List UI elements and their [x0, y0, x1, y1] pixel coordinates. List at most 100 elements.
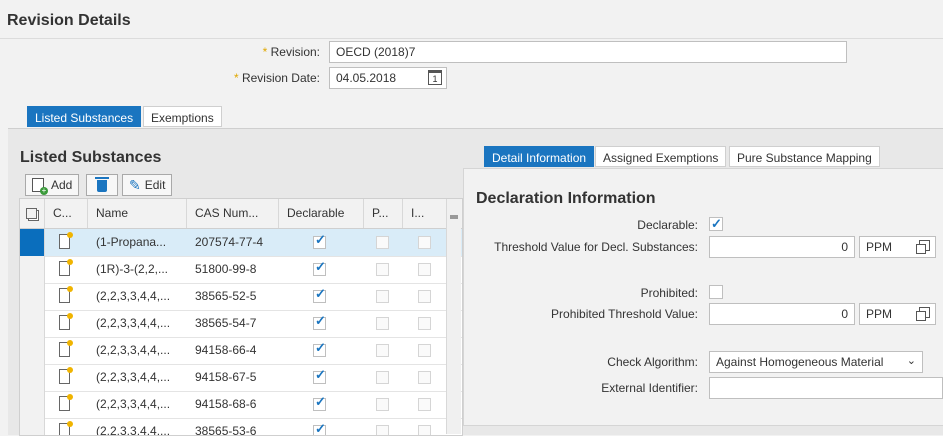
checkmark-icon: ✓ — [315, 340, 326, 355]
header-divider — [0, 38, 943, 39]
prohibited-checkbox — [376, 236, 389, 249]
table-row[interactable]: (1-Propana... 207574-77-4 ✓ — [20, 229, 462, 257]
table-row[interactable]: (2,2,3,3,4,4,... 38565-54-7 ✓ — [20, 310, 462, 338]
delete-button[interactable] — [86, 174, 118, 196]
trash-icon — [95, 177, 109, 192]
declarable-checkbox[interactable]: ✓ — [313, 313, 326, 330]
value-help-icon[interactable] — [916, 240, 930, 254]
prohibited-threshold-unit-field[interactable]: PPM — [859, 303, 936, 325]
i-checkbox — [418, 236, 431, 249]
row-selector[interactable] — [20, 364, 45, 391]
threshold-label: Threshold Value for Decl. Substances: — [494, 240, 698, 254]
document-icon — [59, 259, 73, 276]
table-row[interactable]: (2,2,3,3,4,4,... 94158-67-5 ✓ — [20, 364, 462, 392]
declarable-checkbox[interactable]: ✓ — [313, 232, 326, 249]
table-row[interactable]: (2,2,3,3,4,4,... 38565-52-5 ✓ — [20, 283, 462, 311]
select-all-icon[interactable] — [20, 199, 45, 228]
tab-exemptions[interactable]: Exemptions — [143, 106, 222, 127]
col-c[interactable]: C... — [45, 199, 88, 228]
prohibited-checkbox — [376, 371, 389, 384]
declaration-title: Declaration Information — [476, 190, 656, 207]
declarable-checkbox[interactable]: ✓ — [313, 368, 326, 384]
cell-cas: 38565-53-6 — [195, 424, 257, 436]
required-mark: * — [233, 71, 239, 85]
col-name[interactable]: Name — [88, 199, 187, 228]
cell-name: (1R)-3-(2,2,... — [96, 262, 169, 276]
checkmark-icon: ✓ — [315, 286, 326, 301]
threshold-unit-field[interactable]: PPM — [859, 236, 936, 258]
check-algorithm-select[interactable]: Against Homogeneous Material ⌄ — [709, 351, 923, 373]
declarable-checkbox[interactable]: ✓ — [313, 395, 326, 411]
table-header: C... Name CAS Num... Declarable P... I..… — [20, 199, 462, 229]
row-selector[interactable] — [20, 283, 45, 310]
declarable-checkbox[interactable]: ✓ — [313, 340, 326, 357]
external-identifier-input[interactable] — [709, 377, 943, 399]
document-icon — [59, 340, 73, 357]
i-checkbox — [418, 290, 431, 303]
external-identifier-label: External Identifier: — [601, 381, 698, 395]
add-button[interactable]: + Add — [25, 174, 80, 196]
table-scrollbar[interactable] — [446, 199, 461, 434]
col-i[interactable]: I... — [403, 199, 447, 228]
table-row[interactable]: (2,2,3,3,4,4,... 38565-53-6 ✓ — [20, 418, 462, 436]
table-row[interactable]: (2,2,3,3,4,4,... 94158-68-6 ✓ — [20, 391, 462, 419]
row-selector[interactable] — [20, 256, 45, 283]
i-checkbox — [418, 344, 431, 357]
required-mark: * — [262, 45, 268, 59]
checkmark-icon: ✓ — [315, 313, 326, 328]
cell-cas: 94158-67-5 — [195, 370, 257, 384]
row-selector[interactable] — [20, 310, 45, 337]
row-selector[interactable] — [20, 337, 45, 364]
cell-name: (2,2,3,3,4,4,... — [96, 289, 171, 303]
col-p[interactable]: P... — [364, 199, 403, 228]
col-cas[interactable]: CAS Num... — [187, 199, 279, 228]
prohibited-threshold-input[interactable]: 0 — [709, 303, 855, 325]
cell-name: (2,2,3,3,4,4,... — [96, 343, 171, 357]
revision-date-value: 04.05.2018 — [336, 71, 397, 85]
declarable-checkbox[interactable]: ✓ — [709, 217, 723, 231]
page-title: Revision Details — [7, 12, 131, 29]
tab-pure-substance-mapping[interactable]: Pure Substance Mapping — [729, 146, 880, 167]
scroll-thumb[interactable] — [450, 215, 458, 219]
declarable-checkbox[interactable]: ✓ — [313, 286, 326, 303]
document-icon — [59, 367, 73, 384]
tab-assigned-exemptions[interactable]: Assigned Exemptions — [595, 146, 727, 167]
cell-cas: 207574-77-4 — [195, 235, 264, 249]
row-selector[interactable] — [20, 391, 45, 418]
i-checkbox — [418, 425, 431, 435]
document-icon — [59, 313, 73, 330]
chevron-down-icon[interactable]: ⌄ — [907, 354, 916, 367]
row-selector[interactable] — [20, 229, 45, 256]
table-row[interactable]: (1R)-3-(2,2,... 51800-99-8 ✓ — [20, 256, 462, 284]
revision-input[interactable]: OECD (2018)7 — [329, 41, 847, 63]
declarable-label: Declarable: — [637, 218, 698, 232]
cell-cas: 38565-52-5 — [195, 289, 257, 303]
prohibited-checkbox[interactable] — [709, 285, 723, 299]
cell-cas: 51800-99-8 — [195, 262, 257, 276]
listed-substances-title: Listed Substances — [20, 149, 162, 166]
i-checkbox — [418, 371, 431, 384]
row-selector[interactable] — [20, 418, 45, 435]
prohibited-threshold-label: Prohibited Threshold Value: — [551, 307, 698, 321]
col-declarable[interactable]: Declarable — [279, 199, 364, 228]
declarable-checkbox[interactable]: ✓ — [313, 260, 326, 276]
declarable-checkbox[interactable]: ✓ — [313, 422, 326, 435]
edit-button[interactable]: ✎ Edit — [122, 174, 173, 196]
i-checkbox — [418, 317, 431, 330]
revision-label: * Revision: — [120, 45, 320, 59]
edit-button-label: Edit — [144, 178, 166, 192]
cell-name: (2,2,3,3,4,4,... — [96, 424, 171, 436]
table-row[interactable]: (2,2,3,3,4,4,... 94158-66-4 ✓ — [20, 337, 462, 365]
threshold-input[interactable]: 0 — [709, 236, 855, 258]
tab-detail-information[interactable]: Detail Information — [484, 146, 595, 167]
calendar-icon[interactable]: 1 — [428, 70, 442, 85]
add-button-label: Add — [51, 178, 73, 192]
value-help-icon[interactable] — [916, 307, 930, 321]
substances-table: C... Name CAS Num... Declarable P... I..… — [19, 198, 463, 436]
revision-date-input[interactable]: 04.05.2018 1 — [329, 67, 447, 89]
i-checkbox — [418, 263, 431, 276]
document-icon — [59, 394, 73, 411]
tab-listed-substances[interactable]: Listed Substances — [27, 106, 142, 127]
revision-label-text: Revision: — [270, 45, 320, 59]
checkmark-icon: ✓ — [315, 232, 326, 247]
